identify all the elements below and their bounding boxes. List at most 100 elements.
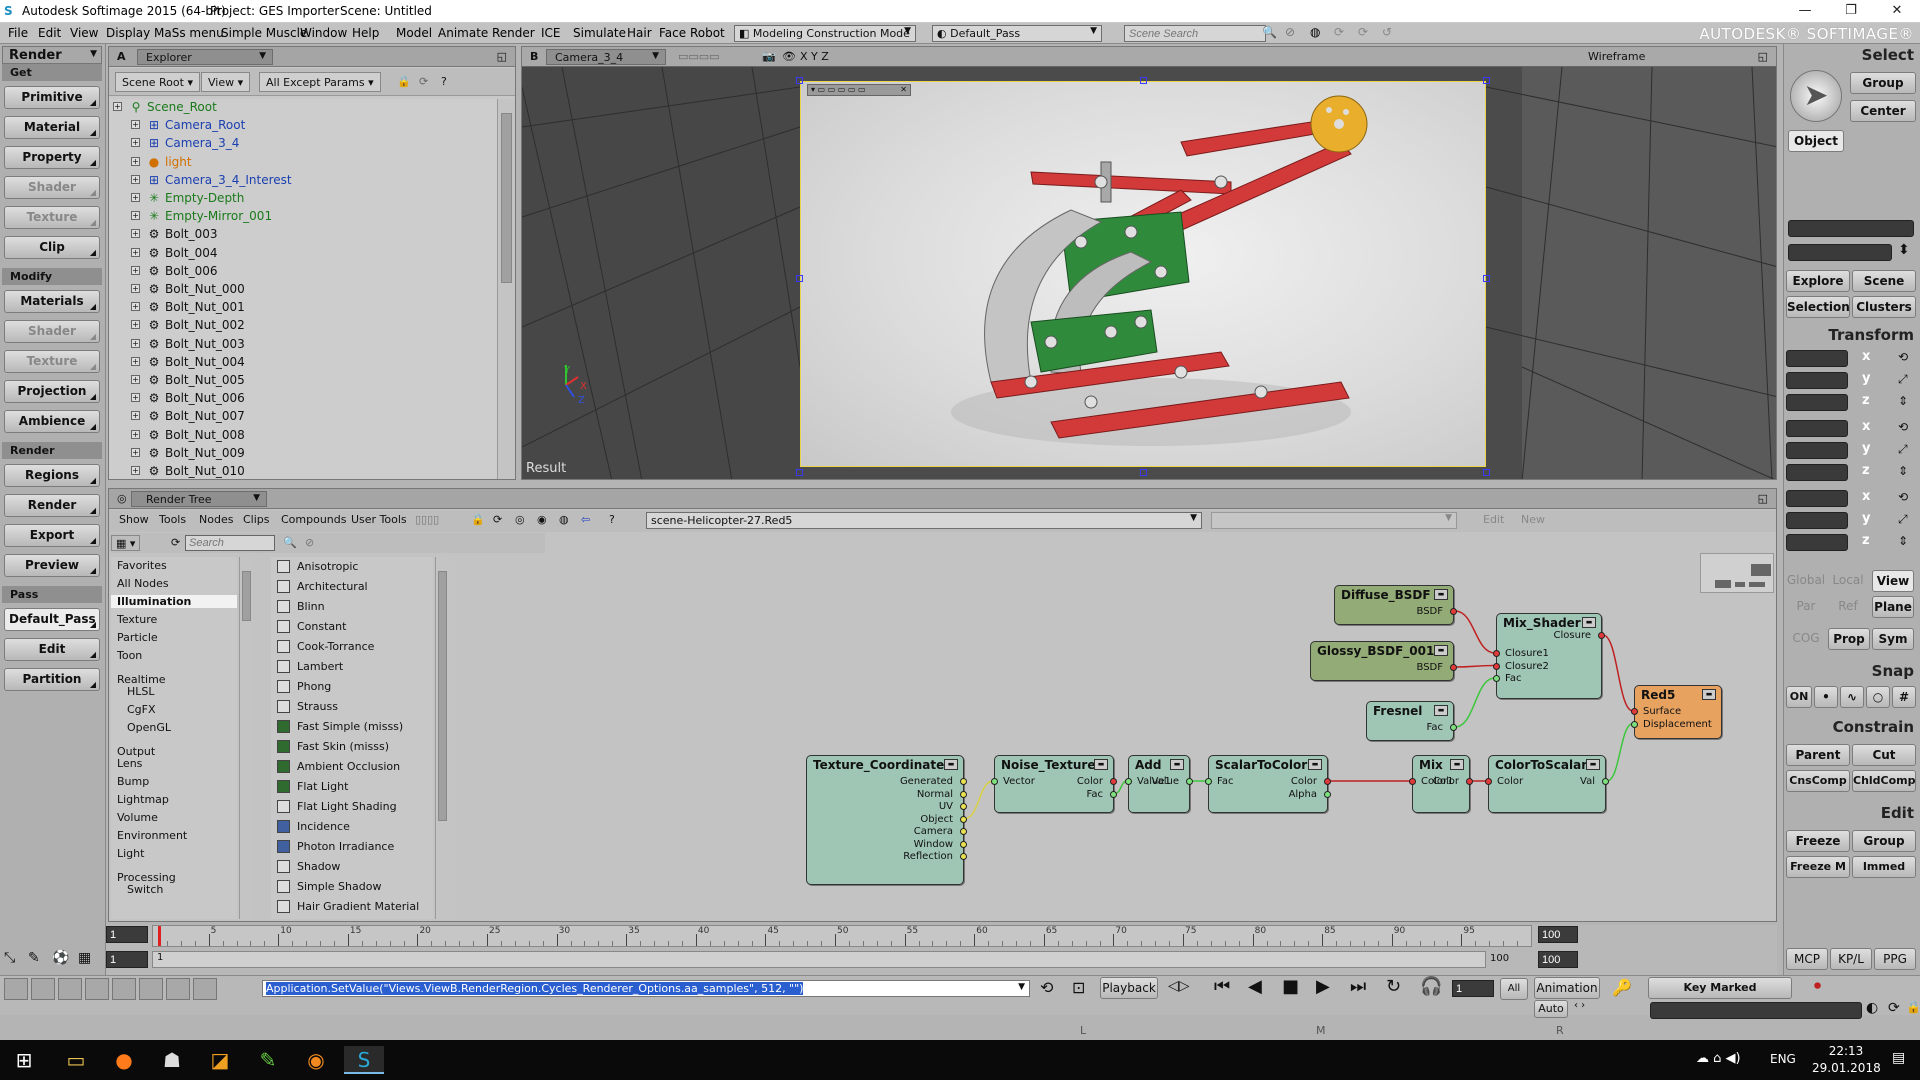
back-icon[interactable]: ⇦ <box>575 510 596 530</box>
btn-texture[interactable]: Texture ◢ <box>4 206 100 229</box>
film-icon[interactable]: ▦ <box>78 950 91 966</box>
axis-tool-icon[interactable]: ⤢ <box>1898 372 1908 387</box>
select-object-button[interactable]: Object <box>1788 130 1844 152</box>
shader-item[interactable]: Hair Gradient Material <box>271 897 431 917</box>
shader-item[interactable]: Ambient Occlusion <box>271 757 431 777</box>
category-item[interactable]: Lightmap <box>117 793 169 806</box>
output-port[interactable] <box>960 803 967 810</box>
layout-3-icon[interactable] <box>58 978 82 1000</box>
expand-icon[interactable]: + <box>131 338 140 348</box>
input-port[interactable] <box>1631 720 1638 728</box>
maximize-button[interactable]: ❐ <box>1828 0 1874 23</box>
shader-item[interactable]: Phong <box>271 677 431 697</box>
axis-tool-icon[interactable]: ⟲ <box>1898 350 1908 364</box>
node-fresnel[interactable]: Fresnel ▬ Fac <box>1366 701 1457 741</box>
graph-navigator[interactable] <box>1700 553 1774 593</box>
render-region-toolbar[interactable]: ▾ ▭ ▭ ▭ ▭ ▭ ✕ <box>807 84 911 96</box>
expand-icon[interactable]: + <box>131 138 140 148</box>
immed-button[interactable]: Immed <box>1852 856 1916 878</box>
auto-key-button[interactable]: Auto <box>1534 1000 1568 1018</box>
lock-icon[interactable]: 🔒 <box>1906 1000 1920 1014</box>
shader-item[interactable]: Flat Light Shading <box>271 797 431 817</box>
node-add[interactable]: Add ▬ Value1 Value <box>1125 755 1193 813</box>
shader-item[interactable]: Architectural <box>271 577 431 597</box>
node-collapse-icon[interactable]: ▬ <box>1308 759 1322 770</box>
rt-menu-clips[interactable]: Clips <box>237 510 276 530</box>
input-port[interactable] <box>1485 778 1492 785</box>
output-port[interactable] <box>960 815 967 823</box>
region-handle[interactable] <box>796 77 803 84</box>
category-item[interactable]: Toon <box>117 649 142 662</box>
rt-menu-user-tools[interactable]: User Tools <box>345 510 413 530</box>
language-indicator[interactable]: ENG <box>1770 1052 1796 1066</box>
expand-icon[interactable]: + <box>131 411 140 421</box>
btn-shader[interactable]: Shader ◢ <box>4 320 100 343</box>
range-start-field[interactable] <box>106 951 148 968</box>
input-port[interactable] <box>1125 778 1132 785</box>
layout-1-icon[interactable] <box>4 978 28 1000</box>
refresh-icon[interactable]: ⟳ <box>1334 25 1344 39</box>
menu-simulate[interactable]: Simulate <box>573 26 626 40</box>
viewport-b[interactable]: Y X Z B Camera_3_4 ▼ ▭▭▭▭ 📷 👁 X Y Z Wiref… <box>521 46 1777 480</box>
region-handle[interactable] <box>1140 77 1147 84</box>
global-button[interactable]: Global <box>1786 570 1826 592</box>
module-selector[interactable]: Render ▼ <box>2 46 102 64</box>
node-diffuse[interactable]: Diffuse_BSDF ▬ BSDF <box>1334 585 1457 625</box>
select-arrow-icon[interactable]: ➤ <box>1790 70 1842 122</box>
category-item[interactable]: Light <box>117 847 144 860</box>
input-port[interactable] <box>1493 650 1500 657</box>
menu-simple-muscle[interactable]: Simple Muscle <box>221 26 307 40</box>
output-port[interactable] <box>1110 790 1117 798</box>
grid-view-toggle[interactable]: ▦ ▾ <box>111 535 141 551</box>
view-dropdown[interactable]: View ▾ <box>201 72 251 92</box>
axis-tool-icon[interactable]: ⟲ <box>1898 490 1908 504</box>
transform-value-field[interactable] <box>1786 442 1848 459</box>
current-frame-field[interactable] <box>1452 980 1494 997</box>
output-port[interactable] <box>1186 778 1193 785</box>
output-port[interactable] <box>960 853 967 860</box>
node-red5[interactable]: Red5 ▬ Surface Displacement <box>1631 685 1722 739</box>
expand-icon[interactable]: + <box>131 447 140 457</box>
shader-item[interactable]: Fast Simple (misss) <box>271 717 431 737</box>
transform-value-field[interactable] <box>1786 420 1848 437</box>
notepad-icon[interactable]: ✎ <box>248 1046 288 1074</box>
windows-start-icon[interactable]: ⊞ <box>4 1046 44 1074</box>
update-icon[interactable]: ◎ <box>509 510 531 530</box>
rt-menu-tools[interactable]: Tools <box>153 510 192 530</box>
menu-view[interactable]: View <box>70 26 98 40</box>
shader-item[interactable]: Cook-Torrance <box>271 637 431 657</box>
input-port[interactable] <box>1493 675 1500 682</box>
timeline-start-field[interactable] <box>106 926 148 943</box>
key-icon[interactable]: 🔑 <box>1612 978 1632 997</box>
region-handle[interactable] <box>1483 469 1490 476</box>
refresh-icon[interactable]: ⟳ <box>165 533 186 553</box>
scrollbar-thumb[interactable] <box>242 571 251 621</box>
maximize-panel-icon[interactable]: ◱ <box>491 47 513 67</box>
selection-filter[interactable] <box>1788 244 1892 261</box>
menu-ice[interactable]: ICE <box>541 26 561 40</box>
expand-icon[interactable]: + <box>131 302 140 312</box>
scrollbar-thumb[interactable] <box>501 113 512 283</box>
par-button[interactable]: Par <box>1786 596 1826 618</box>
preset-search-input[interactable] <box>185 535 275 551</box>
output-port[interactable] <box>960 778 967 785</box>
node-texcoord[interactable]: Texture_Coordinate ▬ Generated Normal UV Obje… <box>806 755 967 885</box>
shader-item[interactable]: Lambert <box>271 657 431 677</box>
btn-default-pass[interactable]: Default_Pass ◢ <box>4 608 100 631</box>
rt-menu-compounds[interactable]: Compounds <box>275 510 353 530</box>
expand-icon[interactable]: + <box>131 193 140 202</box>
node-collapse-icon[interactable]: ▬ <box>1170 759 1184 770</box>
layout-4-icon[interactable] <box>85 978 109 1000</box>
btn-preview[interactable]: Preview ◢ <box>4 554 100 577</box>
output-port[interactable] <box>1598 632 1605 639</box>
node-graph[interactable]: Diffuse_BSDF ▬ BSDF Glossy_BSDF_001 ▬ BSDF Fre… <box>546 553 1776 921</box>
all-button[interactable]: All <box>1500 978 1528 1000</box>
cog-button[interactable]: COG <box>1786 628 1826 650</box>
node-glossy[interactable]: Glossy_BSDF_001 ▬ BSDF <box>1310 641 1457 681</box>
output-port[interactable] <box>1450 608 1457 615</box>
ref-button[interactable]: Ref <box>1828 596 1868 618</box>
category-item[interactable]: Bump <box>117 775 149 788</box>
brush-icon[interactable]: ✎ <box>28 950 40 966</box>
kpl-tab[interactable]: KP/L <box>1830 948 1872 970</box>
minimize-button[interactable]: — <box>1782 0 1828 23</box>
